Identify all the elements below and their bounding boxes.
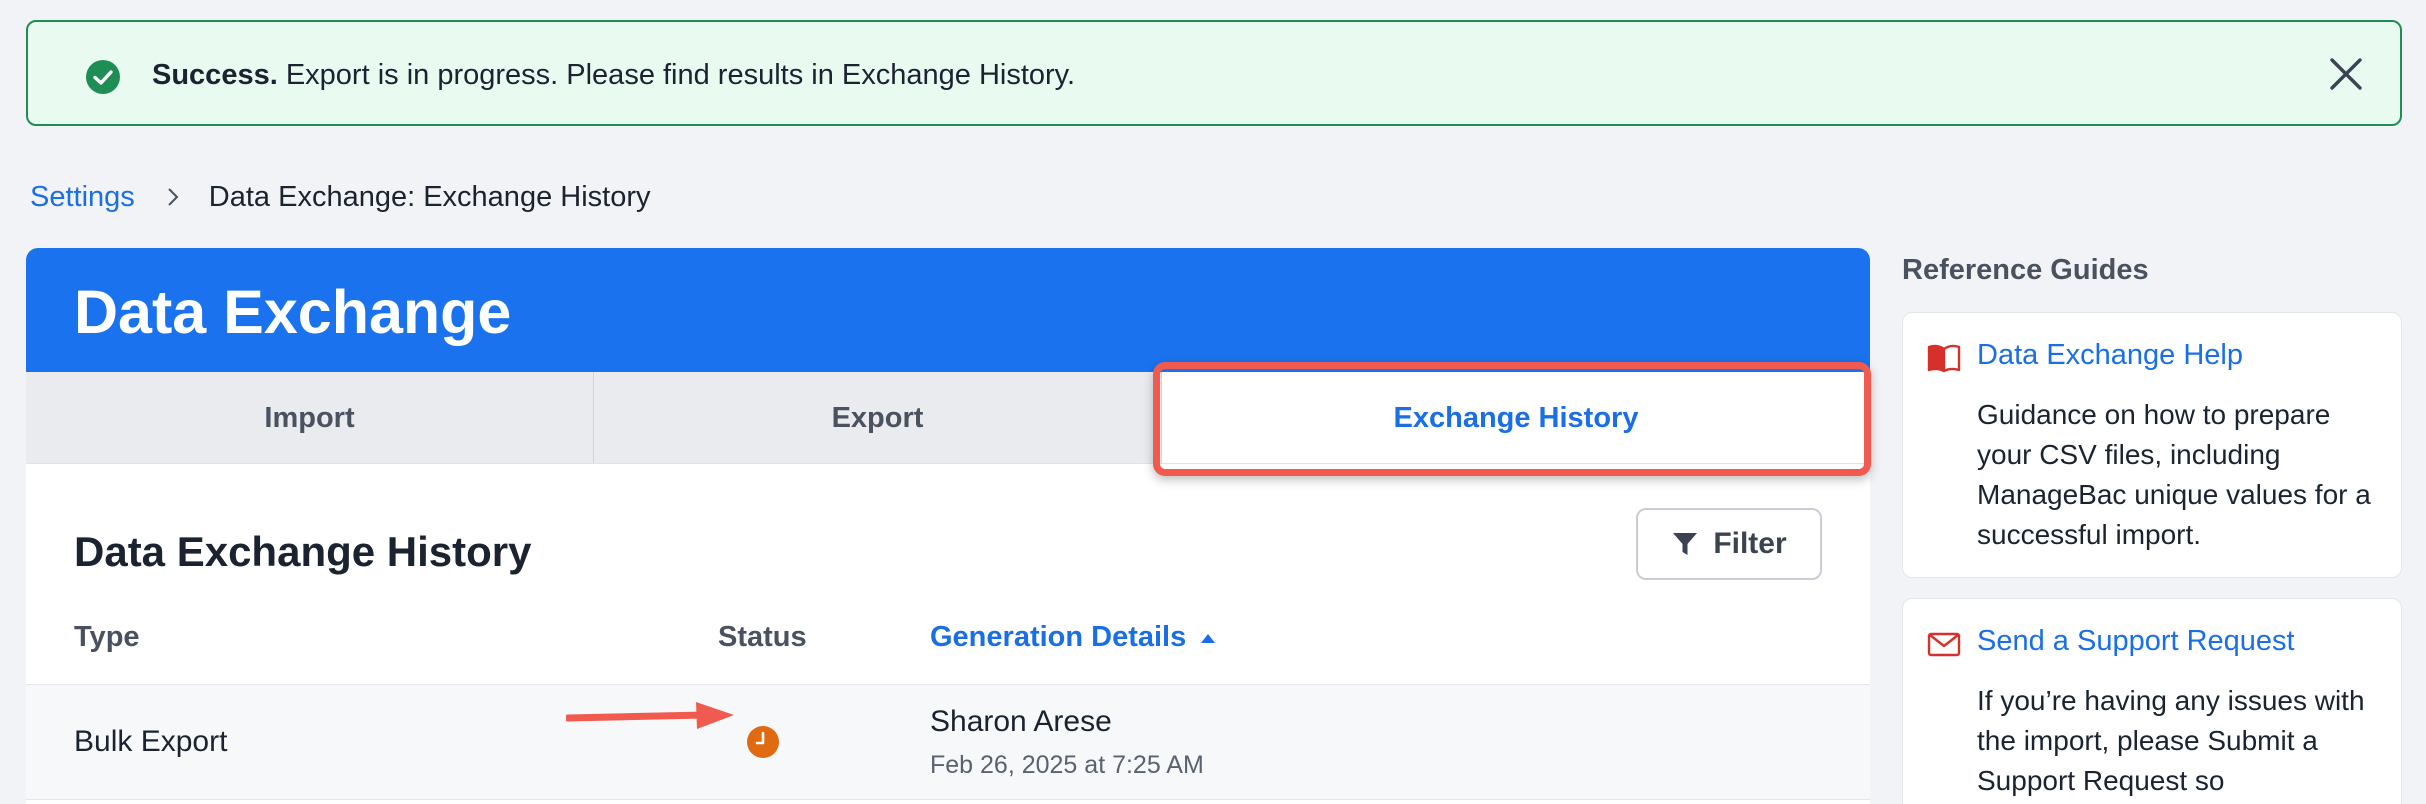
guide-description: Guidance on how to prepare your CSV file… xyxy=(1977,399,2371,550)
banner-message: Success. Export is in progress. Please f… xyxy=(152,22,1075,128)
guide-card-support-request: Send a Support Request If you’re having … xyxy=(1902,598,2402,804)
breadcrumb: Settings Data Exchange: Exchange History xyxy=(30,177,650,217)
envelope-icon xyxy=(1927,632,1961,657)
guide-description: If you’re having any issues with the imp… xyxy=(1977,685,2365,796)
in-progress-clock-icon xyxy=(747,726,779,758)
column-header-status: Status xyxy=(718,621,807,653)
breadcrumb-current: Data Exchange: Exchange History xyxy=(208,180,651,213)
filter-label: Filter xyxy=(1713,527,1787,560)
data-exchange-card: Data Exchange Import Export Exchange His… xyxy=(26,248,1870,804)
data-exchange-help-link[interactable]: Data Exchange Help xyxy=(1977,339,2243,372)
book-icon xyxy=(1927,344,1961,373)
success-banner: Success. Export is in progress. Please f… xyxy=(26,20,2402,126)
breadcrumb-settings-link[interactable]: Settings xyxy=(30,181,135,214)
check-circle-icon xyxy=(86,60,120,94)
banner-strong: Success. xyxy=(152,59,278,91)
reference-guides-title: Reference Guides xyxy=(1902,254,2149,286)
tab-import[interactable]: Import xyxy=(26,372,594,463)
filter-icon xyxy=(1673,533,1698,555)
annotation-arrow xyxy=(566,702,734,729)
row-type: Bulk Export xyxy=(74,725,228,758)
banner-text: Export is in progress. Please find resul… xyxy=(285,59,1076,91)
guide-card-data-exchange-help: Data Exchange Help Guidance on how to pr… xyxy=(1902,312,2402,578)
chevron-right-icon xyxy=(168,188,179,206)
send-support-request-link[interactable]: Send a Support Request xyxy=(1977,625,2295,658)
annotation-highlight-box xyxy=(1153,362,1871,476)
column-header-generation-label: Generation Details xyxy=(930,621,1187,653)
tab-export[interactable]: Export xyxy=(594,372,1162,463)
close-icon[interactable] xyxy=(2326,54,2366,94)
row-generated-date: Feb 26, 2025 at 7:25 AM xyxy=(930,751,1204,779)
section-title: Data Exchange History xyxy=(74,528,532,575)
page-title: Data Exchange xyxy=(26,248,1870,372)
sort-ascending-icon xyxy=(1201,633,1216,643)
filter-button[interactable]: Filter xyxy=(1636,508,1822,580)
row-generated-by: Sharon Arese xyxy=(930,705,1112,738)
table-row[interactable]: Bulk Export Sharon Arese Feb 26, 2025 at… xyxy=(26,684,1870,800)
column-header-type: Type xyxy=(74,621,140,653)
column-header-generation-details[interactable]: Generation Details xyxy=(930,621,1216,654)
